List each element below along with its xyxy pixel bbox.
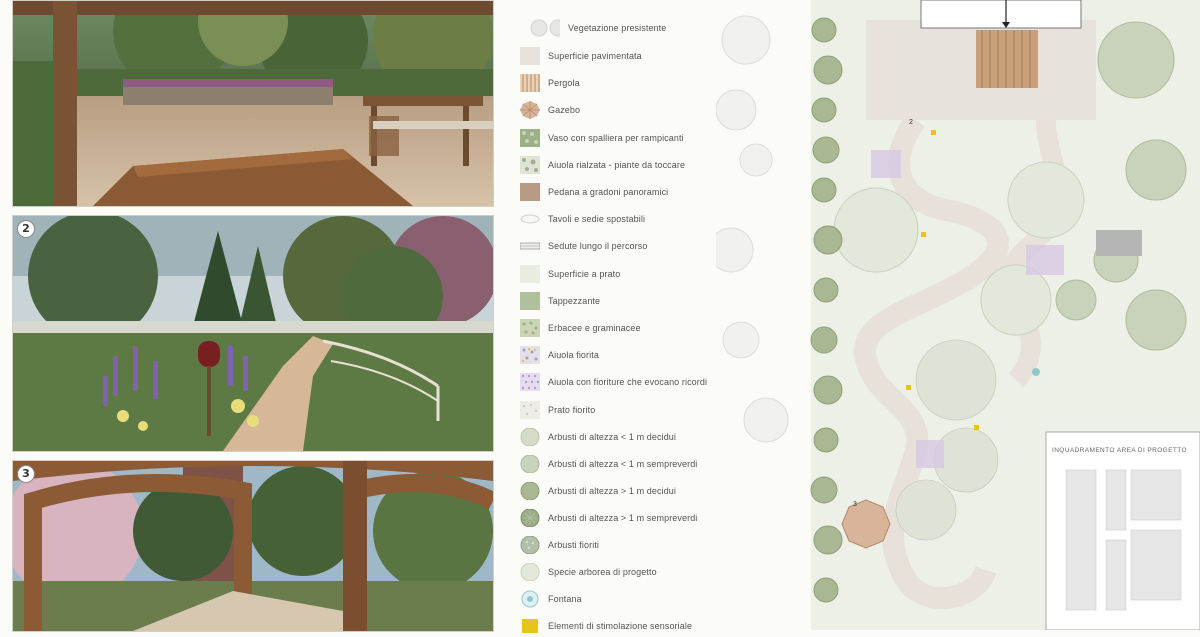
legend-row: Tappezzante <box>520 290 600 312</box>
legend-label: Arbusti di altezza < 1 m decidui <box>548 432 677 442</box>
trellis-pot-icon <box>520 129 540 147</box>
site-plan: 2 3 <box>716 0 1200 630</box>
sensory-element-icon <box>522 619 538 633</box>
legend-label: Arbusti di altezza > 1 m decidui <box>548 486 677 496</box>
legend-row: Aiuola fiorita <box>520 344 599 366</box>
flowering-shrub-icon <box>520 536 540 554</box>
shrub-small-evergreen-icon <box>520 455 540 473</box>
legend-row: Specie arborea di progetto <box>520 561 657 583</box>
raised-bed-icon <box>520 156 540 174</box>
legend-label: Pedana a gradoni panoramici <box>548 187 669 197</box>
lawn-icon <box>520 265 540 283</box>
pergola-icon <box>520 74 540 92</box>
legend-row: Aiuola rialzata - piante da toccare <box>520 154 685 176</box>
grasses-icon <box>520 319 540 337</box>
memory-flowerbed-icon <box>520 373 540 391</box>
render-image-2 <box>13 216 493 451</box>
legend-row: Arbusti fioriti <box>520 534 599 556</box>
legend-label: Tavoli e sedie spostabili <box>548 214 646 224</box>
shrub-large-evergreen-icon <box>520 509 540 527</box>
site-plan-drawing: 2 3 <box>716 0 1200 630</box>
legend-row: Vegetazione presistente <box>520 17 666 39</box>
existing-vegetation-icon <box>530 19 560 37</box>
legend-row: Arbusti di altezza < 1 m sempreverdi <box>520 453 697 475</box>
legend-row: Pergola <box>520 72 580 94</box>
legend-row: Pedana a gradoni panoramici <box>520 181 668 203</box>
legend-label: Arbusti fioriti <box>548 540 600 550</box>
legend-row: Arbusti di altezza > 1 m sempreverdi <box>520 507 697 529</box>
legend-row: Erbacee e graminacee <box>520 317 641 339</box>
legend-label: Gazebo <box>548 105 581 115</box>
legend-row: Arbusti di altezza > 1 m decidui <box>520 480 676 502</box>
flowerbed-icon <box>520 346 540 364</box>
legend-row: Prato fiorito <box>520 399 595 421</box>
groundcover-icon <box>520 292 540 310</box>
legend-label: Vegetazione presistente <box>568 23 667 33</box>
render-number: 2 <box>17 220 35 238</box>
project-tree-icon <box>520 563 540 581</box>
legend-label: Prato fiorito <box>548 405 596 415</box>
legend-label: Specie arborea di progetto <box>548 567 657 577</box>
legend-label: Fontana <box>548 594 582 604</box>
render-image-3 <box>13 461 493 631</box>
fountain-icon <box>521 590 539 608</box>
legend-label: Superficie pavimentata <box>548 51 642 61</box>
plan-pin-3: 3 <box>853 501 857 508</box>
legend-row: Aiuola con fioriture che evocano ricordi <box>520 371 707 393</box>
legend-row: Arbusti di altezza < 1 m decidui <box>520 426 676 448</box>
stepped-deck-icon <box>520 183 540 201</box>
render-number: 3 <box>17 465 35 483</box>
legend-row: Superficie a prato <box>520 263 620 285</box>
legend-label: Vaso con spalliera per rampicanti <box>548 133 684 143</box>
plan-pin-2: 2 <box>909 119 913 126</box>
legend-row: Tavoli e sedie spostabili <box>520 208 645 230</box>
legend-label: Arbusti di altezza < 1 m sempreverdi <box>548 459 698 469</box>
legend-label: Aiuola rialzata - piante da toccare <box>548 160 686 170</box>
inquadramento-title: INQUADRAMENTO AREA DI PROGETTO <box>1052 447 1187 454</box>
render-flower-path: 2 <box>12 215 494 452</box>
shrub-small-deciduous-icon <box>520 428 540 446</box>
legend-label: Tappezzante <box>548 296 601 306</box>
paved-surface-icon <box>520 47 540 65</box>
tables-chairs-icon <box>520 214 540 224</box>
legend-label: Superficie a prato <box>548 269 621 279</box>
legend-row: Vaso con spalliera per rampicanti <box>520 127 684 149</box>
flower-meadow-icon <box>520 401 540 419</box>
legend-row: Fontana <box>520 588 582 610</box>
legend-label: Aiuola con fioriture che evocano ricordi <box>548 377 708 387</box>
legend-row: Gazebo <box>520 99 580 121</box>
render-pergola-view <box>12 0 494 207</box>
gazebo-icon <box>520 101 540 119</box>
legend-row: Sedute lungo il percorso <box>520 235 647 257</box>
path-seating-icon <box>520 242 540 250</box>
legend-row: Superficie pavimentata <box>520 45 642 67</box>
legend-label: Sedute lungo il percorso <box>548 241 648 251</box>
legend-label: Aiuola fiorita <box>548 350 599 360</box>
render-gazebo-view: 3 <box>12 460 494 632</box>
legend-label: Erbacee e graminacee <box>548 323 641 333</box>
shrub-large-deciduous-icon <box>520 482 540 500</box>
legend-label: Pergola <box>548 78 580 88</box>
legend-row: Elementi di stimolazione sensoriale <box>520 615 692 637</box>
legend-label: Arbusti di altezza > 1 m sempreverdi <box>548 513 698 523</box>
render-image-1 <box>13 1 493 206</box>
